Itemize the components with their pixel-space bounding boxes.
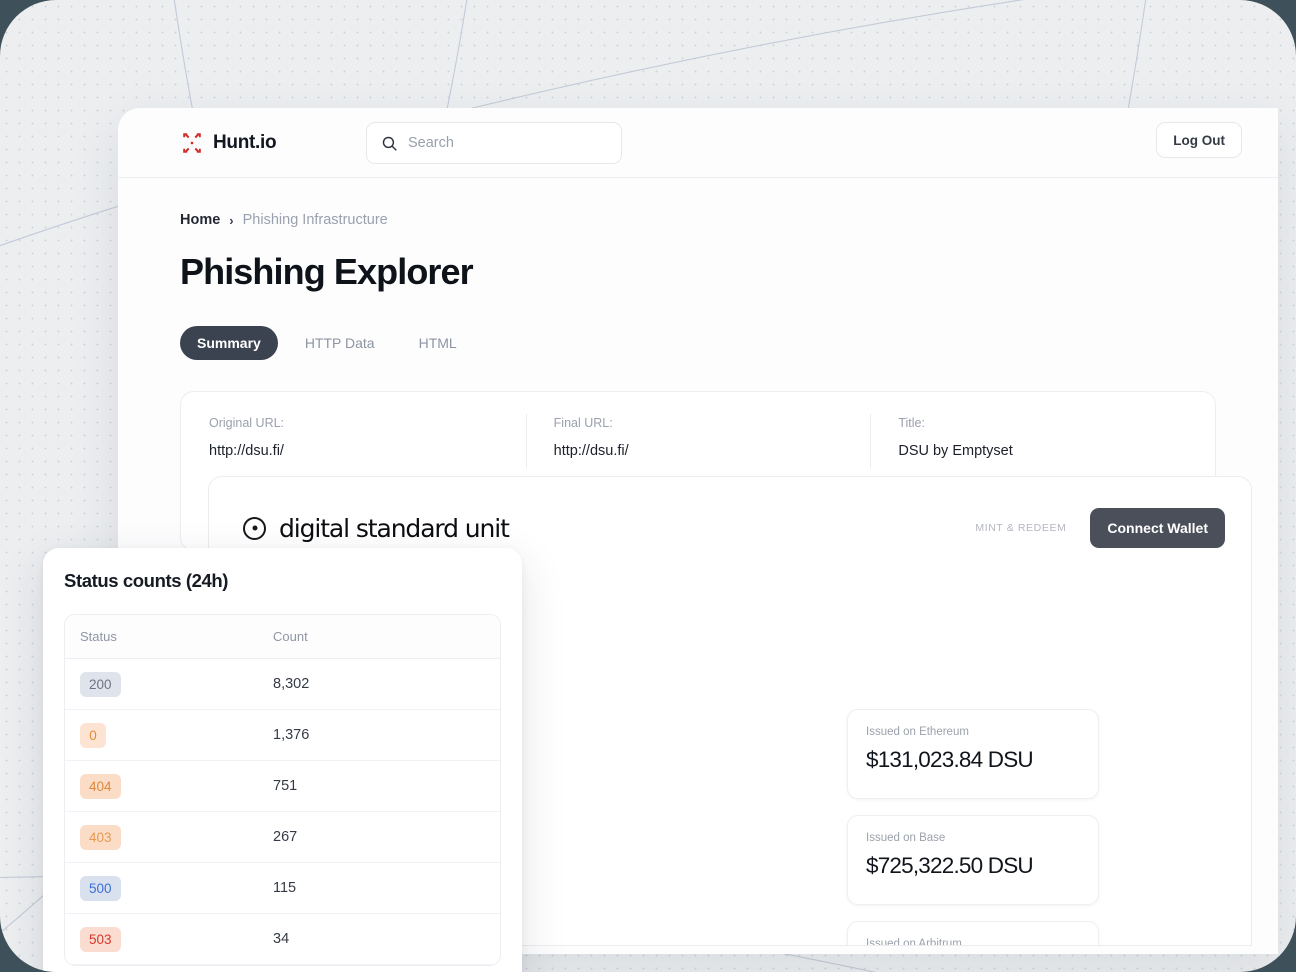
cell-status: 403	[65, 824, 273, 850]
tab-summary[interactable]: Summary	[180, 326, 278, 360]
table-row[interactable]: 0 1,376	[65, 710, 500, 761]
table-row[interactable]: 403 267	[65, 812, 500, 863]
preview-header-actions: MINT & REDEEM Connect Wallet	[975, 508, 1225, 548]
search-placeholder: Search	[408, 135, 454, 151]
cell-count: 1,376	[273, 727, 310, 743]
target-circle-icon	[243, 516, 266, 540]
cell-status: 404	[65, 773, 273, 799]
cell-count: 115	[273, 880, 297, 896]
breadcrumb: Home › Phishing Infrastructure	[180, 212, 1216, 228]
cell-count: 8,302	[273, 676, 310, 692]
status-badge: 403	[80, 824, 121, 850]
cell-count: 34	[273, 931, 290, 947]
info-label: Final URL:	[553, 416, 613, 430]
tab-html[interactable]: HTML	[402, 326, 474, 360]
stat-card-ethereum: Issued on Ethereum $131,023.84 DSU	[847, 709, 1099, 799]
status-badge: 200	[80, 671, 121, 697]
hunt-arrows-icon	[183, 133, 201, 153]
preview-brand-name: digital standard unit	[279, 513, 510, 543]
status-panel-title: Status counts (24h)	[64, 570, 229, 591]
stat-card-value: $725,322.50 DSU	[866, 853, 1034, 878]
table-row[interactable]: 404 751	[65, 761, 500, 812]
status-badge: 0	[80, 722, 106, 748]
status-badge: 500	[80, 875, 121, 901]
stat-card-label: Issued on Ethereum	[866, 726, 969, 738]
cell-status: 200	[65, 671, 273, 697]
page-background: Hunt.io Search Log Out Home › Phishing I…	[0, 0, 1296, 972]
table-header-row: Status Count	[65, 615, 500, 659]
top-bar: Hunt.io Search Log Out	[118, 108, 1278, 178]
page-title: Phishing Explorer	[180, 251, 474, 292]
preview-site-header: digital standard unit MINT & REDEEM Conn…	[209, 477, 1251, 557]
info-value[interactable]: http://dsu.fi/	[554, 443, 843, 459]
connect-wallet-button[interactable]: Connect Wallet	[1090, 508, 1225, 548]
search-input[interactable]: Search	[366, 122, 622, 164]
cell-status: 503	[65, 926, 273, 952]
info-value: DSU by Emptyset	[898, 443, 1013, 459]
status-counts-table: Status Count 200 8,302 0 1,376 404 751 403 267 5…	[64, 614, 501, 966]
brand-name: Hunt.io	[213, 132, 277, 153]
table-row[interactable]: 200 8,302	[65, 659, 500, 710]
info-value[interactable]: http://dsu.fi/	[209, 443, 498, 459]
search-icon	[382, 136, 397, 151]
stat-card-base: Issued on Base $725,322.50 DSU	[847, 815, 1099, 905]
screen: Hunt.io Search Log Out Home › Phishing I…	[0, 0, 1296, 972]
table-body: 200 8,302 0 1,376 404 751 403 267 500 115 503 34	[65, 659, 500, 965]
status-badge: 404	[80, 773, 121, 799]
logout-button[interactable]: Log Out	[1156, 122, 1242, 158]
cell-status: 500	[65, 875, 273, 901]
preview-brand: digital standard unit	[243, 513, 510, 543]
stat-card-label: Issued on Arbitrum	[866, 938, 962, 946]
table-row[interactable]: 500 115	[65, 863, 500, 914]
info-label: Title:	[898, 416, 925, 430]
status-badge: 503	[80, 926, 121, 952]
tab-bar: Summary HTTP Data HTML	[180, 326, 1216, 360]
cell-count: 751	[273, 778, 298, 794]
breadcrumb-home[interactable]: Home	[180, 212, 220, 228]
breadcrumb-current: Phishing Infrastructure	[242, 212, 388, 228]
cell-status: 0	[65, 722, 273, 748]
preview-stat-cards: Issued on Ethereum $131,023.84 DSU Issue…	[847, 709, 1099, 946]
stat-card-label: Issued on Base	[866, 832, 946, 844]
chevron-right-icon: ›	[229, 212, 234, 228]
column-header-status: Status	[80, 629, 117, 644]
table-row[interactable]: 503 34	[65, 914, 500, 965]
stat-card-value: $131,023.84 DSU	[866, 747, 1034, 772]
column-header-count: Count	[273, 629, 308, 644]
stat-card-arbitrum: Issued on Arbitrum $3,344,530.20 DSU	[847, 921, 1099, 946]
tab-http-data[interactable]: HTTP Data	[288, 326, 392, 360]
cell-count: 267	[273, 829, 298, 845]
preview-mint-redeem-link[interactable]: MINT & REDEEM	[975, 522, 1066, 534]
info-label: Original URL:	[209, 416, 285, 430]
status-counts-panel: Status counts (24h) Status Count 200 8,30…	[43, 548, 522, 972]
brand-logo[interactable]: Hunt.io	[180, 131, 277, 155]
